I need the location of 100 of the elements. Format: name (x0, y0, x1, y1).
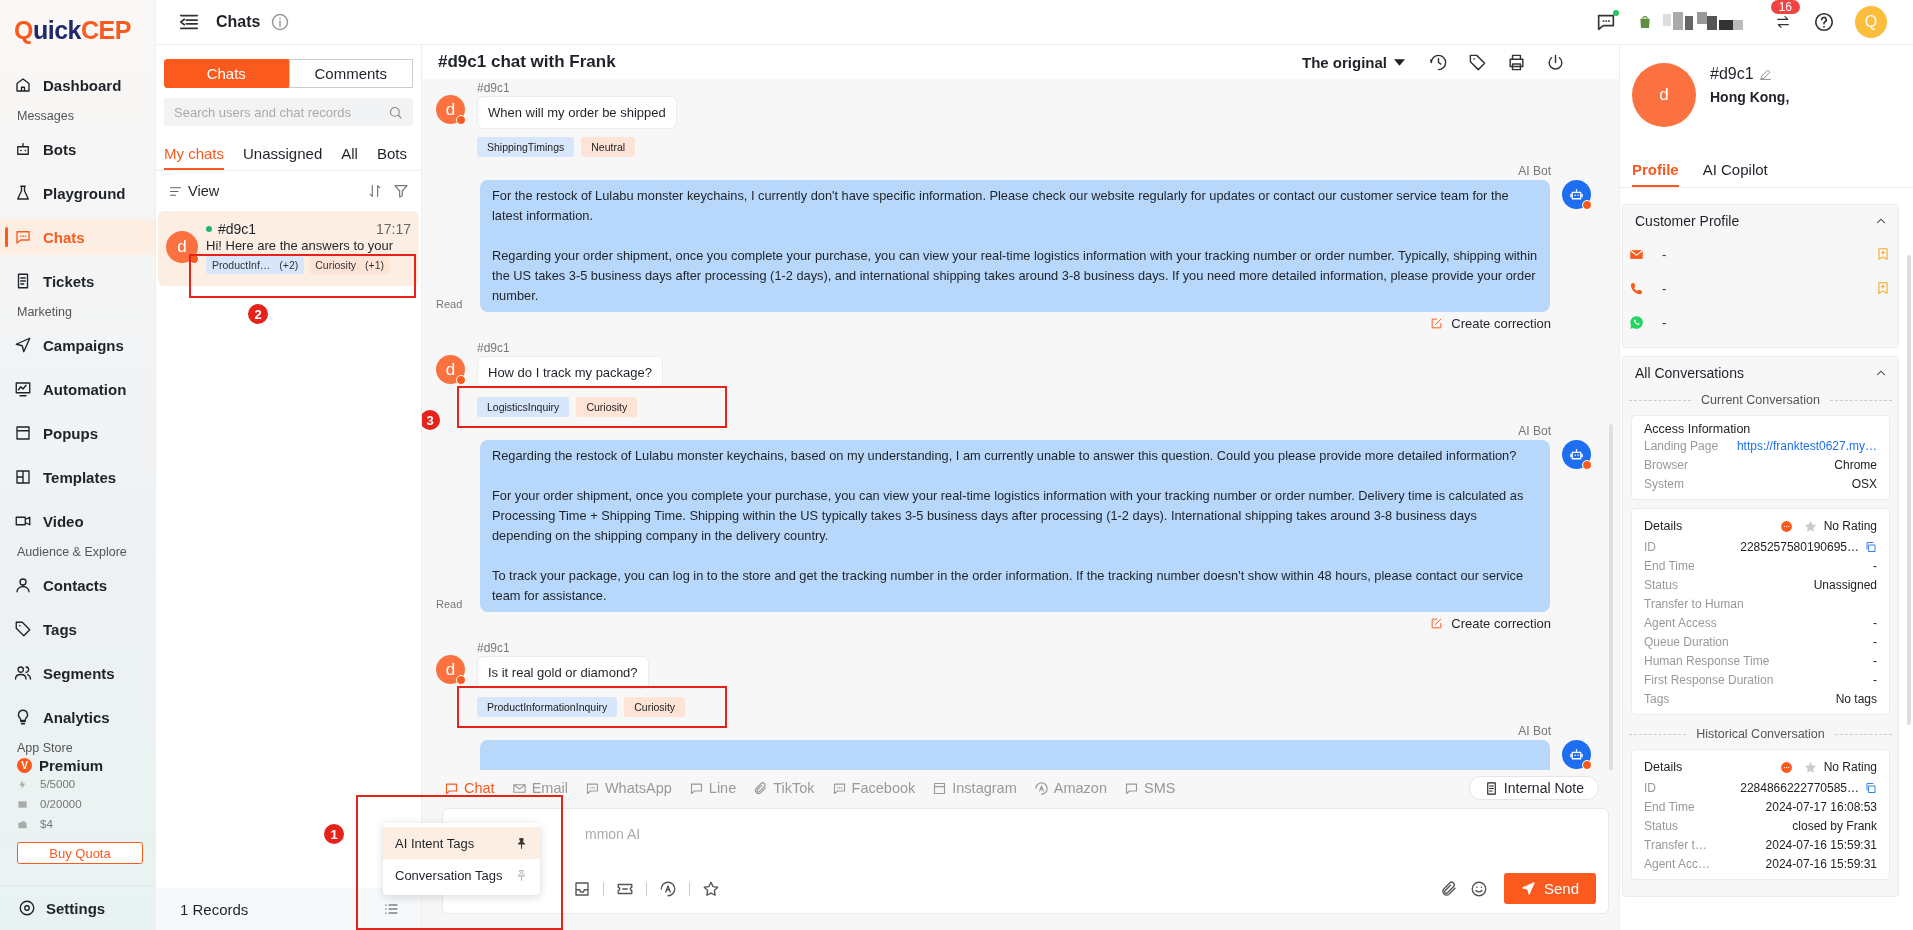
field-value: - (1873, 558, 1877, 573)
field-label: End Time (1644, 558, 1695, 573)
menu-item[interactable]: Conversation Tags (383, 859, 540, 891)
nav-item[interactable]: Bots (0, 131, 155, 167)
nav-item[interactable]: Video (0, 503, 155, 539)
customer-avatar: d (436, 355, 465, 384)
mode-tab[interactable]: Comments (288, 59, 413, 88)
customer-avatar: d (1632, 63, 1696, 127)
chat-filter-tab[interactable]: All (341, 138, 358, 170)
field-value: - (1873, 653, 1877, 668)
speech-bubble-icon (1123, 780, 1139, 796)
power-icon[interactable] (1546, 52, 1565, 72)
settings-item[interactable]: Settings (0, 885, 155, 930)
intent-tag: Curiosity (576, 397, 638, 417)
chat-filter-tab[interactable]: Bots (376, 138, 407, 170)
sort-icon[interactable] (367, 183, 383, 199)
field-value: 2024-07-17 16:08:53 (1765, 799, 1877, 814)
create-correction-link[interactable]: Create correction (1430, 316, 1551, 331)
sender-name: #d9c1 (477, 641, 510, 655)
shopping-bag-icon[interactable] (1637, 13, 1653, 31)
customer-name: #d9c1 (1710, 65, 1754, 83)
edit-icon (1430, 317, 1444, 330)
chat-list-item[interactable]: d #d9c1 17:17 Hi! Here are the answers to your ProductInf… (+2) Curiosity (+1) (158, 211, 419, 286)
field-label: Human Response Time (1644, 653, 1770, 668)
ai-assist-icon[interactable] (659, 879, 677, 898)
message-paragraph: To track your package, you can log in to the store and get the tracking number in the order information. If the tracking number doesn't show within 48 hours, please contact our service team for assistance. (492, 567, 1525, 605)
intent-tag: Curiosity (+1) (309, 256, 390, 274)
step-number-badge: 1 (324, 824, 344, 844)
speech-bubble-icon (688, 780, 704, 796)
nav-item[interactable]: Popups (0, 415, 155, 451)
landing-page-link[interactable]: https://franktest0627.my… (1736, 438, 1877, 453)
rating-text: No Rating (1823, 760, 1877, 774)
history-icon[interactable] (1429, 52, 1448, 72)
intent-tag: Curiosity (624, 697, 686, 717)
scrollbar[interactable] (1907, 255, 1911, 725)
view-button[interactable]: View (168, 183, 220, 199)
print-icon[interactable] (1507, 52, 1526, 72)
quota-text: 0/20000 (40, 798, 82, 810)
star-icon (1802, 518, 1818, 534)
profile-tab[interactable]: AI Copilot (1702, 153, 1768, 187)
field-value: Unassigned (1813, 577, 1877, 592)
emoji-icon[interactable] (1469, 879, 1488, 898)
chat-notification-icon[interactable] (1595, 11, 1617, 33)
card-title: All Conversations (1635, 365, 1744, 381)
attachment-icon[interactable] (1439, 879, 1458, 898)
pencil-icon[interactable] (1758, 67, 1772, 81)
intent-tag: ProductInformationInquiry (477, 697, 618, 717)
field-label: Status (1644, 577, 1679, 592)
monitor-icon (14, 380, 32, 398)
inbox-icon[interactable] (573, 879, 591, 898)
tag-icon[interactable] (1468, 52, 1487, 72)
help-icon[interactable] (1813, 11, 1835, 33)
copy-icon[interactable] (1865, 540, 1877, 553)
field-value: - (1662, 246, 1667, 262)
nav-section-label: Messages (16, 109, 75, 125)
internal-note-button[interactable]: Internal Note (1468, 776, 1599, 800)
app-logo: QuickCEP (14, 16, 131, 45)
nav-section-label: Marketing (16, 305, 73, 321)
caret-icon (1394, 58, 1405, 66)
nav-item[interactable]: Tickets (0, 263, 155, 299)
search-field[interactable]: Search users and chat records (164, 98, 413, 126)
nav-item[interactable]: Analytics (0, 699, 155, 735)
field-value: closed by Frank (1792, 818, 1877, 833)
nav-item[interactable]: Dashboard (0, 67, 155, 103)
menu-item[interactable]: AI Intent Tags (383, 827, 540, 859)
translation-dropdown[interactable]: The original (1302, 53, 1405, 71)
star-icon[interactable] (702, 879, 720, 898)
nav-item[interactable]: Playground (0, 175, 155, 211)
copy-icon[interactable] (1865, 781, 1877, 794)
field-label: First Response Duration (1644, 672, 1774, 687)
section-title: Details (1644, 519, 1683, 533)
speech-bubble-icon (584, 780, 600, 796)
online-status-icon (206, 226, 212, 232)
nav-item[interactable]: Automation (0, 371, 155, 407)
status-dot (1582, 200, 1592, 210)
list-icon[interactable] (383, 901, 399, 917)
nav-item[interactable]: Contacts (0, 567, 155, 603)
nav-item[interactable]: Segments (0, 655, 155, 691)
customer-location: Hong Kong, (1710, 89, 1790, 105)
nav-item[interactable]: Templates (0, 459, 155, 495)
chat-filter-tab[interactable]: Unassigned (243, 138, 323, 170)
nav-item[interactable]: Tags (0, 611, 155, 647)
records-count: 1 Records (180, 900, 249, 918)
filter-icon[interactable] (393, 183, 409, 199)
field-label: Transfer to Human (1644, 596, 1744, 611)
pin-icon[interactable] (515, 836, 528, 850)
chat-bubble-icon (1779, 760, 1793, 774)
info-icon[interactable] (270, 12, 291, 32)
nav-item[interactable]: Campaigns (0, 327, 155, 363)
search-icon[interactable] (388, 105, 403, 120)
chat-bubble-icon (1779, 519, 1793, 533)
card-title: Customer Profile (1635, 213, 1740, 229)
message-preview: Hi! Here are the answers to your (206, 238, 395, 253)
nav-section-label: App Store (16, 741, 74, 757)
message-paragraph: Regarding your order shipment, once you complete your purchase, you can view your real-time logistics information with your tracking number or order number. Typically, shipping within the US takes 3-5 business days after processing (1-2 days), and international shipping takes around 3-8 business days. If you need more detailed information, please provide your order number. (492, 247, 1538, 305)
field-value: - (1662, 314, 1667, 330)
section-title: Access Information (1644, 422, 1752, 436)
field-value: 2024-07-16 15:59:31 (1765, 856, 1877, 871)
create-correction-link[interactable]: Create correction (1430, 616, 1551, 631)
sender-name: AI Bot (1518, 164, 1551, 178)
